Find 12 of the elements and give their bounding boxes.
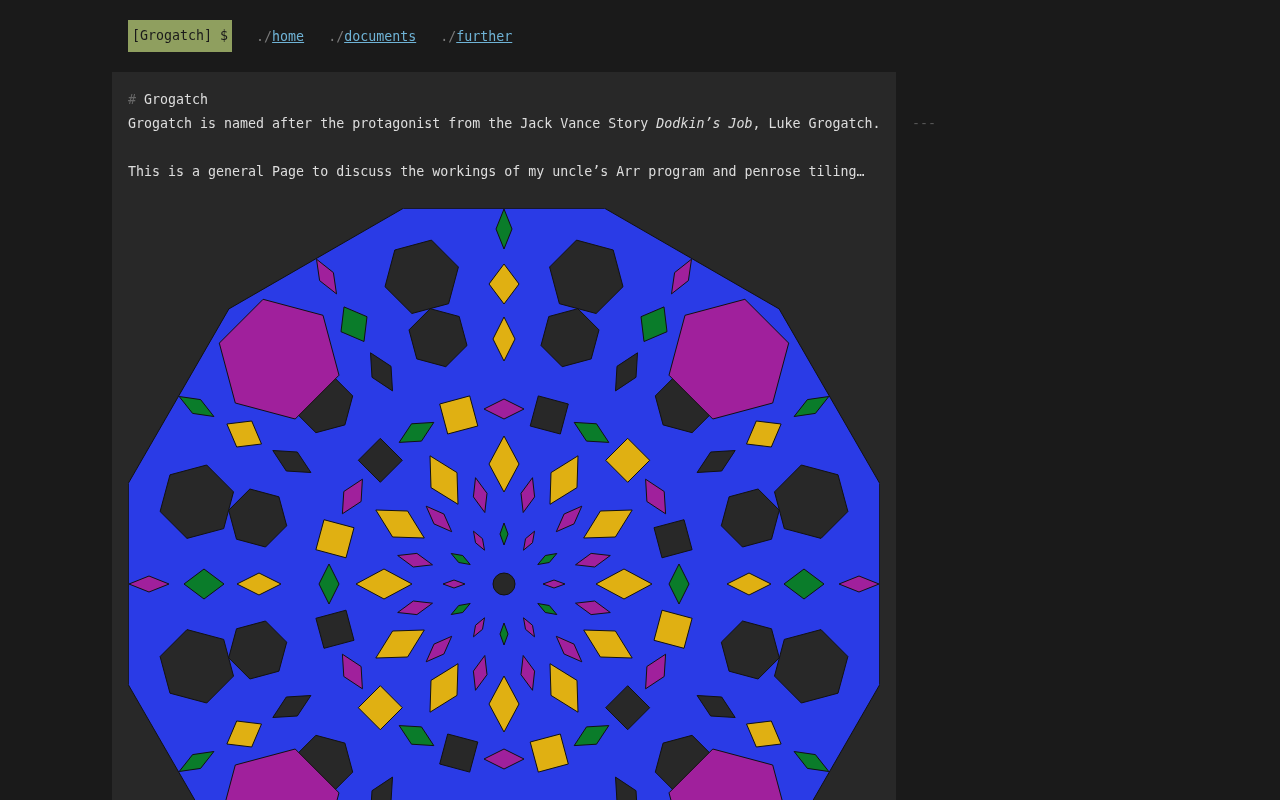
path-prefix: ./	[256, 28, 273, 44]
horizontal-rule-text: ---	[912, 115, 937, 133]
nav-link[interactable]: further	[456, 28, 513, 44]
page-heading: Grogatch	[144, 92, 209, 107]
nav-link[interactable]: home	[272, 28, 305, 44]
heading-marker: #	[128, 92, 136, 107]
path-prefix: ./	[440, 28, 457, 44]
nav-link[interactable]: documents	[344, 28, 417, 44]
path-prefix: ./	[328, 28, 345, 44]
paragraph: Grogatch is named after the protagonist from the Jack Vance Story Dodkin’s Job, Luke Grogatch.	[128, 115, 880, 133]
paragraph: This is a general Page to discuss the workings of my uncle’s Arr program and penrose tiling…	[128, 163, 866, 181]
site-prompt: [Grogatch] $	[128, 20, 233, 52]
